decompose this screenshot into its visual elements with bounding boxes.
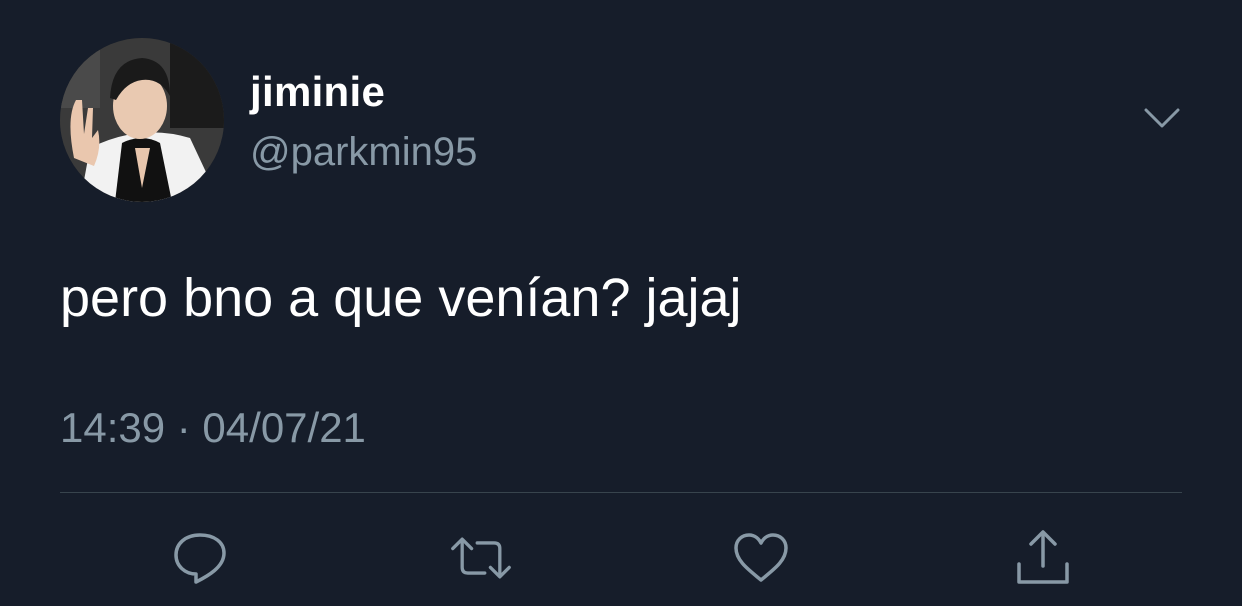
divider [60, 492, 1182, 493]
display-name[interactable]: jiminie [250, 64, 385, 120]
reply-icon [174, 533, 226, 584]
chevron-down-icon[interactable] [1140, 100, 1184, 136]
tweet-text: pero bno a que venían? jajaj [60, 268, 742, 328]
share-button[interactable] [1011, 526, 1075, 590]
reply-button[interactable] [168, 526, 232, 590]
like-button[interactable] [729, 526, 793, 590]
retweet-button[interactable] [449, 526, 513, 590]
heart-icon [734, 533, 788, 582]
share-icon [1017, 530, 1069, 584]
tweet-timestamp[interactable]: 14:39 · 04/07/21 [60, 400, 366, 456]
avatar-image [60, 38, 224, 202]
tweet-card: jiminie @parkmin95 pero bno a que venían… [0, 0, 1242, 606]
retweet-icon [451, 537, 511, 579]
user-handle[interactable]: @parkmin95 [250, 124, 477, 180]
avatar[interactable] [60, 38, 224, 202]
